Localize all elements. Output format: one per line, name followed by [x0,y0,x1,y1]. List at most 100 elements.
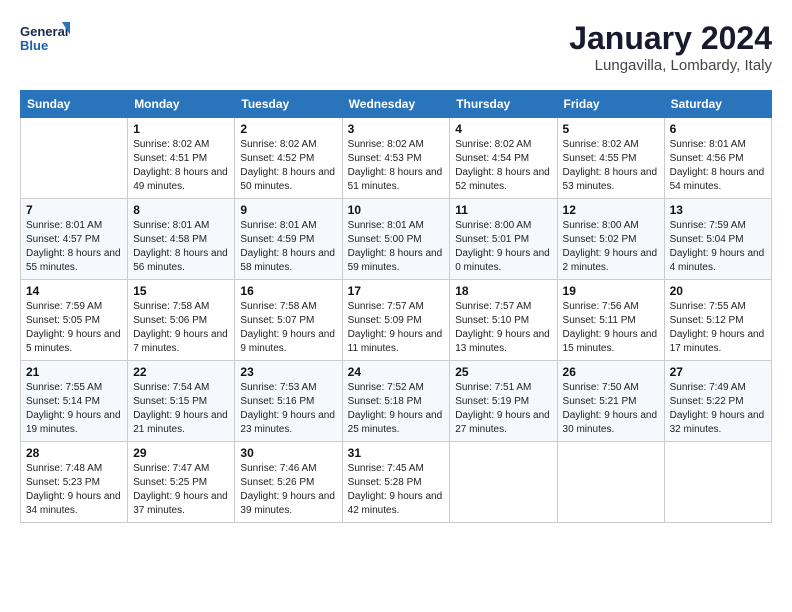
day-cell: 21 Sunrise: 7:55 AMSunset: 5:14 PMDaylig… [21,361,128,442]
day-info: Sunrise: 7:55 AMSunset: 5:14 PMDaylight:… [26,381,122,437]
day-number: 1 [133,122,229,136]
header-thursday: Thursday [450,91,557,118]
day-info: Sunrise: 8:02 AMSunset: 4:51 PMDaylight:… [133,138,229,194]
day-cell: 7 Sunrise: 8:01 AMSunset: 4:57 PMDayligh… [21,199,128,280]
header-row: SundayMondayTuesdayWednesdayThursdayFrid… [21,91,772,118]
day-cell: 12 Sunrise: 8:00 AMSunset: 5:02 PMDaylig… [557,199,664,280]
day-number: 6 [670,122,766,136]
day-cell: 10 Sunrise: 8:01 AMSunset: 5:00 PMDaylig… [342,199,450,280]
header-wednesday: Wednesday [342,91,450,118]
day-cell: 17 Sunrise: 7:57 AMSunset: 5:09 PMDaylig… [342,280,450,361]
day-number: 25 [455,365,551,379]
day-number: 15 [133,284,229,298]
week-row-1: 1 Sunrise: 8:02 AMSunset: 4:51 PMDayligh… [21,118,772,199]
header-saturday: Saturday [664,91,771,118]
day-info: Sunrise: 7:59 AMSunset: 5:04 PMDaylight:… [670,219,766,275]
day-info: Sunrise: 7:47 AMSunset: 5:25 PMDaylight:… [133,462,229,518]
day-info: Sunrise: 7:52 AMSunset: 5:18 PMDaylight:… [348,381,445,437]
day-info: Sunrise: 7:59 AMSunset: 5:05 PMDaylight:… [26,300,122,356]
day-cell: 26 Sunrise: 7:50 AMSunset: 5:21 PMDaylig… [557,361,664,442]
day-number: 2 [240,122,336,136]
day-cell [21,118,128,199]
day-number: 23 [240,365,336,379]
day-number: 8 [133,203,229,217]
title-block: January 2024 Lungavilla, Lombardy, Italy [569,20,772,74]
day-number: 4 [455,122,551,136]
day-info: Sunrise: 7:48 AMSunset: 5:23 PMDaylight:… [26,462,122,518]
day-cell [664,442,771,523]
calendar-table: SundayMondayTuesdayWednesdayThursdayFrid… [20,90,772,523]
day-number: 7 [26,203,122,217]
day-number: 28 [26,446,122,460]
day-cell: 2 Sunrise: 8:02 AMSunset: 4:52 PMDayligh… [235,118,342,199]
day-cell: 8 Sunrise: 8:01 AMSunset: 4:58 PMDayligh… [128,199,235,280]
day-info: Sunrise: 7:51 AMSunset: 5:19 PMDaylight:… [455,381,551,437]
day-cell: 23 Sunrise: 7:53 AMSunset: 5:16 PMDaylig… [235,361,342,442]
day-number: 27 [670,365,766,379]
day-cell: 14 Sunrise: 7:59 AMSunset: 5:05 PMDaylig… [21,280,128,361]
day-info: Sunrise: 7:55 AMSunset: 5:12 PMDaylight:… [670,300,766,356]
location-subtitle: Lungavilla, Lombardy, Italy [569,57,772,74]
day-number: 12 [563,203,659,217]
month-title: January 2024 [569,20,772,57]
day-number: 10 [348,203,445,217]
header-monday: Monday [128,91,235,118]
day-cell: 13 Sunrise: 7:59 AMSunset: 5:04 PMDaylig… [664,199,771,280]
day-info: Sunrise: 7:45 AMSunset: 5:28 PMDaylight:… [348,462,445,518]
day-cell: 4 Sunrise: 8:02 AMSunset: 4:54 PMDayligh… [450,118,557,199]
day-info: Sunrise: 7:54 AMSunset: 5:15 PMDaylight:… [133,381,229,437]
day-info: Sunrise: 8:01 AMSunset: 4:59 PMDaylight:… [240,219,336,275]
day-number: 9 [240,203,336,217]
day-info: Sunrise: 7:56 AMSunset: 5:11 PMDaylight:… [563,300,659,356]
day-cell: 15 Sunrise: 7:58 AMSunset: 5:06 PMDaylig… [128,280,235,361]
day-cell: 9 Sunrise: 8:01 AMSunset: 4:59 PMDayligh… [235,199,342,280]
day-info: Sunrise: 7:46 AMSunset: 5:26 PMDaylight:… [240,462,336,518]
week-row-2: 7 Sunrise: 8:01 AMSunset: 4:57 PMDayligh… [21,199,772,280]
day-info: Sunrise: 8:01 AMSunset: 4:56 PMDaylight:… [670,138,766,194]
day-cell [450,442,557,523]
day-cell: 28 Sunrise: 7:48 AMSunset: 5:23 PMDaylig… [21,442,128,523]
day-cell: 11 Sunrise: 8:00 AMSunset: 5:01 PMDaylig… [450,199,557,280]
logo-svg: General Blue [20,20,70,62]
day-number: 14 [26,284,122,298]
day-info: Sunrise: 8:02 AMSunset: 4:55 PMDaylight:… [563,138,659,194]
day-info: Sunrise: 7:49 AMSunset: 5:22 PMDaylight:… [670,381,766,437]
day-info: Sunrise: 8:00 AMSunset: 5:01 PMDaylight:… [455,219,551,275]
header-sunday: Sunday [21,91,128,118]
day-number: 24 [348,365,445,379]
day-info: Sunrise: 7:58 AMSunset: 5:07 PMDaylight:… [240,300,336,356]
day-number: 21 [26,365,122,379]
day-info: Sunrise: 8:02 AMSunset: 4:53 PMDaylight:… [348,138,445,194]
day-number: 20 [670,284,766,298]
day-info: Sunrise: 7:57 AMSunset: 5:10 PMDaylight:… [455,300,551,356]
day-number: 18 [455,284,551,298]
day-cell: 27 Sunrise: 7:49 AMSunset: 5:22 PMDaylig… [664,361,771,442]
day-info: Sunrise: 8:00 AMSunset: 5:02 PMDaylight:… [563,219,659,275]
day-info: Sunrise: 7:57 AMSunset: 5:09 PMDaylight:… [348,300,445,356]
day-number: 22 [133,365,229,379]
day-cell: 19 Sunrise: 7:56 AMSunset: 5:11 PMDaylig… [557,280,664,361]
day-number: 30 [240,446,336,460]
day-info: Sunrise: 8:02 AMSunset: 4:54 PMDaylight:… [455,138,551,194]
day-number: 16 [240,284,336,298]
day-cell: 31 Sunrise: 7:45 AMSunset: 5:28 PMDaylig… [342,442,450,523]
day-cell: 18 Sunrise: 7:57 AMSunset: 5:10 PMDaylig… [450,280,557,361]
week-row-5: 28 Sunrise: 7:48 AMSunset: 5:23 PMDaylig… [21,442,772,523]
day-cell: 22 Sunrise: 7:54 AMSunset: 5:15 PMDaylig… [128,361,235,442]
logo: General Blue [20,20,70,62]
day-cell: 25 Sunrise: 7:51 AMSunset: 5:19 PMDaylig… [450,361,557,442]
day-number: 17 [348,284,445,298]
day-info: Sunrise: 8:01 AMSunset: 4:58 PMDaylight:… [133,219,229,275]
day-info: Sunrise: 8:02 AMSunset: 4:52 PMDaylight:… [240,138,336,194]
day-cell: 16 Sunrise: 7:58 AMSunset: 5:07 PMDaylig… [235,280,342,361]
day-info: Sunrise: 7:50 AMSunset: 5:21 PMDaylight:… [563,381,659,437]
day-number: 19 [563,284,659,298]
day-number: 13 [670,203,766,217]
day-number: 26 [563,365,659,379]
day-cell: 5 Sunrise: 8:02 AMSunset: 4:55 PMDayligh… [557,118,664,199]
svg-text:General: General [20,24,68,39]
week-row-3: 14 Sunrise: 7:59 AMSunset: 5:05 PMDaylig… [21,280,772,361]
day-info: Sunrise: 8:01 AMSunset: 5:00 PMDaylight:… [348,219,445,275]
header-tuesday: Tuesday [235,91,342,118]
day-cell: 3 Sunrise: 8:02 AMSunset: 4:53 PMDayligh… [342,118,450,199]
